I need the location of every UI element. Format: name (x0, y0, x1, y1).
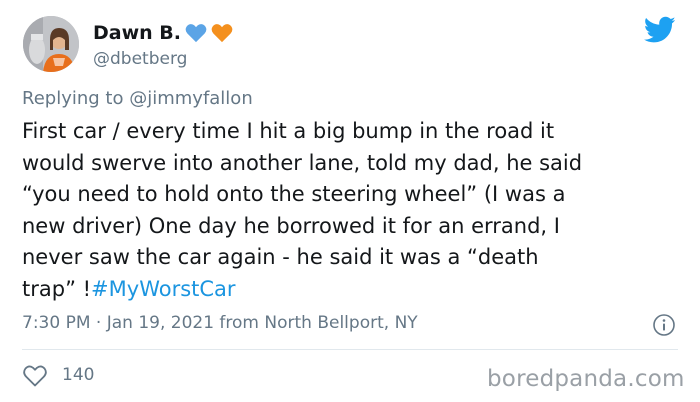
reply-context: Replying to @jimmyfallon (22, 88, 253, 109)
heart-outline-icon[interactable] (22, 364, 48, 388)
blue-heart-icon (185, 24, 207, 43)
tweet-body: First car / every time I hit a big bump … (22, 116, 682, 305)
orange-heart-icon (211, 24, 233, 43)
tweet-timestamp[interactable]: 7:30 PM · Jan 19, 2021 from North Bellpo… (22, 313, 418, 333)
twitter-bird-icon[interactable] (644, 16, 676, 44)
watermark: boredpanda.com (487, 366, 685, 392)
like-count: 140 (62, 365, 95, 385)
avatar-photo (23, 16, 79, 72)
tweet-card: Dawn B. @dbetberg Replying to @jimmyfall… (0, 0, 700, 402)
tweet-text: First car / every time I hit a big bump … (22, 119, 583, 301)
hashtag-link[interactable]: #MyWorstCar (91, 277, 236, 301)
avatar[interactable] (23, 16, 79, 72)
display-name[interactable]: Dawn B. (93, 22, 233, 44)
reply-prefix: Replying to (22, 88, 124, 109)
divider (22, 349, 678, 350)
username[interactable]: @dbetberg (93, 49, 187, 69)
display-name-text: Dawn B. (93, 22, 181, 44)
reply-handle-link[interactable]: @jimmyfallon (129, 88, 253, 109)
info-icon[interactable] (652, 313, 676, 337)
